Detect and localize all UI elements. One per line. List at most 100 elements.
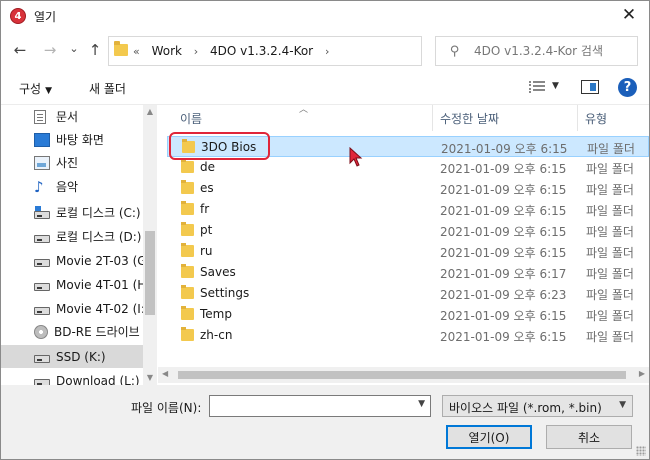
file-modified: 2021-01-09 오후 6:15 [440, 246, 567, 260]
file-name: de [200, 160, 215, 174]
file-row-temp[interactable]: Temp 2021-01-09 오후 6:15 파일 폴더 [167, 304, 649, 325]
nav-item-label: 로컬 디스크 (C:) [56, 206, 141, 220]
scroll-up-icon[interactable]: ▲ [143, 105, 157, 119]
nav-item-label: BD-RE 드라이브 [54, 325, 140, 339]
file-row-settings[interactable]: Settings 2021-01-09 오후 6:23 파일 폴더 [167, 283, 649, 304]
breadcrumb-item-4do[interactable]: 4DO v1.3.2.4-Kor [210, 44, 313, 58]
address-bar[interactable]: « Work › 4DO v1.3.2.4-Kor › ▼ ↻ [108, 36, 523, 66]
nav-item-drive-d[interactable]: 로컬 디스크 (D:) [1, 225, 143, 248]
file-type: 파일 폴더 [586, 225, 634, 239]
folder-icon [181, 201, 194, 215]
file-modified: 2021-01-09 오후 6:15 [440, 204, 567, 218]
nav-item-pictures[interactable]: 사진 [1, 151, 143, 174]
file-modified: 2021-01-09 오후 6:17 [440, 267, 567, 281]
breadcrumb: « Work › 4DO v1.3.2.4-Kor › [133, 44, 337, 58]
file-modified: 2021-01-09 오후 6:15 [440, 330, 567, 344]
organize-menu[interactable]: 구성 ▼ [19, 80, 52, 97]
drive-icon [34, 258, 50, 267]
chevron-right-icon[interactable]: › [325, 45, 329, 58]
file-modified: 2021-01-09 오후 6:23 [440, 288, 567, 302]
resize-grip[interactable] [636, 446, 646, 456]
filetype-selected-label: 바이오스 파일 (*.rom, *.bin) [449, 401, 602, 415]
pictures-icon [34, 155, 50, 170]
up-arrow-icon[interactable]: ↑ [86, 41, 104, 59]
file-list-horizontal-scrollbar[interactable]: ◀ ▶ [158, 367, 649, 383]
open-button[interactable]: 열기(O) [446, 425, 532, 449]
file-type: 파일 폴더 [586, 330, 634, 344]
scrollbar-thumb[interactable] [178, 371, 626, 379]
new-folder-button[interactable]: 새 폴더 [89, 80, 126, 97]
column-header-name[interactable]: 이름 [180, 110, 202, 127]
nav-item-drive-h[interactable]: Movie 4T-01 (H [1, 273, 147, 296]
recent-locations-icon[interactable]: ⌄ [65, 40, 83, 58]
scrollbar-thumb[interactable] [145, 231, 155, 315]
dialog-footer: 파일 이름(N): ▼ 바이오스 파일 (*.rom, *.bin) ▼ 열기(… [1, 385, 649, 459]
file-row-saves[interactable]: Saves 2021-01-09 오후 6:17 파일 폴더 [167, 262, 649, 283]
help-icon[interactable]: ? [618, 78, 637, 97]
close-icon[interactable]: ✕ [619, 5, 639, 25]
nav-pane-scrollbar[interactable]: ▲ ▼ [143, 105, 157, 385]
chevron-down-icon[interactable]: ▼ [418, 399, 425, 409]
search-input[interactable] [474, 42, 634, 60]
nav-item-label: 로컬 디스크 (D:) [56, 230, 142, 244]
file-name: pt [200, 223, 213, 237]
nav-item-bd-re[interactable]: BD-RE 드라이브 [1, 320, 143, 343]
folder-icon [181, 222, 194, 236]
column-header-modified[interactable]: 수정한 날짜 [440, 110, 499, 127]
nav-item-drive-g[interactable]: Movie 2T-03 (G [1, 249, 147, 272]
nav-item-label: Movie 4T-01 (H [56, 277, 147, 292]
nav-item-music[interactable]: ♪ 음악 [1, 175, 143, 198]
nav-item-drive-i[interactable]: Movie 4T-02 (I:) [1, 297, 150, 320]
nav-item-ssd-k[interactable]: SSD (K:) [1, 345, 143, 368]
breadcrumb-item-work[interactable]: Work [152, 44, 182, 58]
scroll-down-icon[interactable]: ▼ [143, 371, 157, 385]
file-type: 파일 폴더 [586, 162, 634, 176]
open-file-dialog: 4 열기 ✕ ← → ⌄ ↑ « Work › 4DO v1.3.2.4-Kor… [0, 0, 650, 460]
nav-item-label: Download (L:) [56, 373, 140, 386]
nav-item-label: SSD (K:) [56, 349, 106, 364]
folder-icon [181, 159, 194, 173]
filename-input[interactable] [210, 396, 410, 416]
search-icon: ⚲ [450, 44, 460, 59]
file-row-pt[interactable]: pt 2021-01-09 오후 6:15 파일 폴더 [167, 220, 649, 241]
navigation-pane: 문서 바탕 화면 사진 ♪ 음악 로컬 디스크 (C:) 로컬 디스크 (D:)… [1, 105, 157, 385]
file-name: es [200, 181, 214, 195]
folder-icon [181, 327, 194, 341]
desktop-icon [34, 132, 50, 147]
column-divider[interactable] [577, 105, 578, 131]
column-divider[interactable] [432, 105, 433, 131]
details-view-icon[interactable] [529, 81, 545, 93]
filename-combobox[interactable]: ▼ [209, 395, 431, 417]
folder-icon [181, 180, 194, 194]
chevron-down-icon: ▼ [619, 400, 626, 410]
preview-pane-icon[interactable] [581, 80, 599, 94]
windows-drive-icon [34, 205, 50, 219]
view-options-caret-icon[interactable]: ▼ [552, 81, 559, 91]
nav-item-desktop[interactable]: 바탕 화면 [1, 128, 143, 151]
file-modified: 2021-01-09 오후 6:15 [440, 183, 567, 197]
file-row-zh-cn[interactable]: zh-cn 2021-01-09 오후 6:15 파일 폴더 [167, 325, 649, 346]
chevron-right-icon[interactable]: › [194, 45, 198, 58]
scroll-left-icon[interactable]: ◀ [162, 369, 168, 378]
file-name: Saves [200, 265, 236, 279]
nav-item-download-l[interactable]: Download (L:) [1, 369, 143, 385]
folder-icon [181, 306, 194, 320]
breadcrumb-overflow[interactable]: « [133, 45, 140, 58]
nav-item-label: Movie 4T-02 (I:) [56, 301, 150, 316]
forward-arrow-icon[interactable]: → [41, 41, 59, 59]
back-arrow-icon[interactable]: ← [11, 41, 29, 59]
file-row-es[interactable]: es 2021-01-09 오후 6:15 파일 폴더 [167, 178, 649, 199]
nav-item-label: 음악 [56, 180, 79, 194]
file-type: 파일 폴더 [586, 309, 634, 323]
file-row-de[interactable]: de 2021-01-09 오후 6:15 파일 폴더 [167, 157, 649, 178]
file-type: 파일 폴더 [586, 246, 634, 260]
scroll-right-icon[interactable]: ▶ [639, 369, 645, 378]
file-row-fr[interactable]: fr 2021-01-09 오후 6:15 파일 폴더 [167, 199, 649, 220]
column-header-type[interactable]: 유형 [585, 110, 607, 127]
cancel-button[interactable]: 취소 [546, 425, 632, 449]
nav-item-label: Movie 2T-03 (G [56, 253, 147, 268]
nav-item-drive-c[interactable]: 로컬 디스크 (C:) [1, 201, 143, 224]
nav-item-documents[interactable]: 문서 [1, 105, 143, 128]
file-row-ru[interactable]: ru 2021-01-09 오후 6:15 파일 폴더 [167, 241, 649, 262]
filetype-select[interactable]: 바이오스 파일 (*.rom, *.bin) ▼ [442, 395, 633, 417]
